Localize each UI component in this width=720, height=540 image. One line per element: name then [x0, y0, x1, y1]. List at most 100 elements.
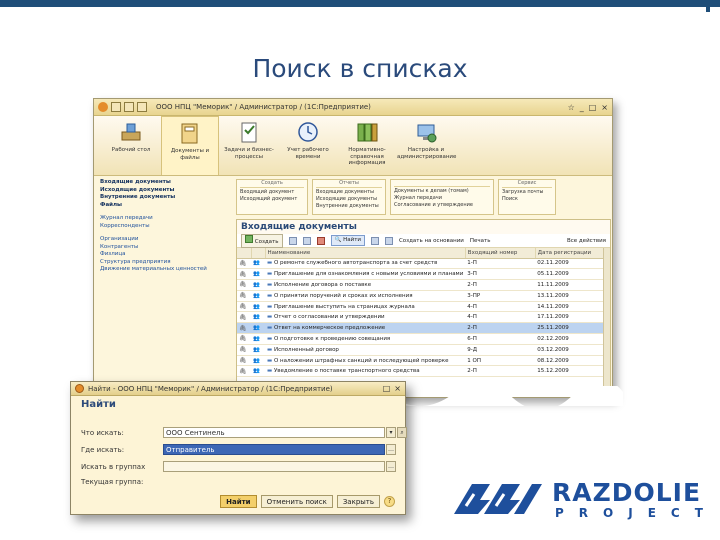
copy-icon[interactable]: [288, 236, 297, 245]
cell-date: 25.11.2009: [535, 322, 610, 335]
nav-item[interactable]: Файлы: [100, 202, 230, 210]
plus-icon: [245, 234, 253, 243]
section-time[interactable]: Учет рабочего времени: [279, 116, 337, 175]
action-link[interactable]: Согласование и утверждение: [394, 202, 490, 209]
table-row[interactable]: 🖇 👥 ▬ О подготовке к проведению совещания 6…: [237, 333, 610, 345]
action-link[interactable]: Исходящий документ: [240, 196, 304, 203]
delete-icon[interactable]: [316, 236, 325, 245]
dropdown-icon[interactable]: ▾: [386, 427, 396, 438]
column-header[interactable]: [237, 248, 252, 259]
what-to-find-input[interactable]: ООО Сентинель: [163, 427, 385, 438]
column-header[interactable]: Дата регистрации: [535, 248, 611, 259]
document-type-icon: ▬: [267, 325, 274, 332]
minimize-icon[interactable]: _: [580, 103, 584, 112]
nav-item[interactable]: Корреспонденты: [100, 223, 230, 231]
edit-icon[interactable]: [302, 236, 311, 245]
section-reference[interactable]: Нормативно-справочная информация: [338, 116, 396, 175]
action-link[interactable]: Исходящие документы: [316, 196, 382, 203]
print-button[interactable]: Печать: [470, 238, 491, 244]
cell-number: 1 ОП: [465, 355, 536, 367]
cancel-search-icon[interactable]: [370, 236, 379, 245]
maximize-icon[interactable]: □: [383, 384, 391, 393]
bookmark-icon[interactable]: ☆: [568, 103, 575, 112]
vertical-scrollbar[interactable]: [603, 248, 610, 397]
field-label: Что искать:: [81, 428, 124, 437]
search-in-groups-input[interactable]: [163, 461, 385, 472]
nav-item[interactable]: Входящие документы: [100, 179, 230, 187]
nav-item[interactable]: Исходящие документы: [100, 187, 230, 195]
table-row[interactable]: 🖇 👥 ▬ О принятии поручений и сроках их исп…: [237, 290, 610, 302]
create-by-basis-button[interactable]: Создать на основании: [399, 238, 464, 244]
find-button[interactable]: 🔍 Найти: [330, 235, 365, 246]
column-header[interactable]: [251, 248, 266, 259]
find-submit-button[interactable]: Найти: [220, 495, 257, 508]
document-name: О подготовке к проведению совещания: [273, 335, 391, 342]
table-row[interactable]: 🖇 👥 ▬ Исполненный договор 9-Д 03.12.2009: [237, 344, 610, 356]
table-row[interactable]: 🖇 👥 ▬ Приглашение выступить на страницах ж…: [237, 301, 610, 313]
cell-number: 6-П: [465, 333, 536, 345]
settings-computer-icon: [414, 120, 438, 144]
create-button[interactable]: Создать: [241, 233, 283, 248]
document-type-icon: ▬: [267, 357, 274, 364]
cell-number: 1-П: [465, 258, 536, 270]
select-button[interactable]: …: [386, 444, 396, 455]
document-name: Исполненный договор: [273, 346, 339, 353]
cell-number: 4-П: [465, 311, 536, 324]
section-settings[interactable]: Настройка и администрирование: [397, 116, 456, 175]
attachment-icon: 🖇: [237, 333, 251, 345]
column-header[interactable]: Входящий номер: [465, 248, 536, 259]
cancel-search-button[interactable]: Отменить поиск: [260, 495, 333, 508]
action-link[interactable]: Входящий документ: [240, 189, 304, 196]
action-link[interactable]: Поиск: [502, 196, 552, 203]
action-link[interactable]: Загрузка почты: [502, 189, 552, 196]
section-tasks[interactable]: Задачи и бизнес-процессы: [220, 116, 278, 175]
action-link[interactable]: Входящие документы: [316, 189, 382, 196]
close-icon[interactable]: ×: [394, 384, 401, 393]
cell-date: 05.11.2009: [535, 268, 610, 281]
all-actions-button[interactable]: Все действия: [567, 238, 606, 244]
correspondents-icon: 👥: [251, 322, 265, 335]
search-icon[interactable]: ⌕: [397, 427, 407, 438]
field-label: Где искать:: [81, 445, 125, 454]
table-row[interactable]: 🖇 👥 ▬ Ответ на коммерческое предложение 2-П…: [237, 322, 610, 335]
top-accent-notch: [706, 0, 710, 12]
cell-date: 03.12.2009: [535, 344, 610, 356]
section-documents[interactable]: Документы и файлы: [161, 116, 219, 175]
maximize-icon[interactable]: □: [589, 103, 597, 112]
table-row[interactable]: 🖇 👥 ▬ О наложении штрафных санкций и после…: [237, 355, 610, 367]
table-row[interactable]: 🖇 👥 ▬ Уведомление о поставке транспортного…: [237, 365, 610, 378]
current-group-row: Текущая группа:: [81, 478, 163, 486]
close-icon[interactable]: ×: [601, 103, 608, 112]
refresh-icon[interactable]: [384, 236, 393, 245]
nav-item[interactable]: Контрагенты: [100, 244, 230, 252]
binders-icon: [355, 120, 379, 144]
table-row[interactable]: 🖇 👥 ▬ О ремонте служебного автотранспорта …: [237, 258, 610, 270]
home-icon[interactable]: [137, 102, 147, 112]
cell-name: ▬ Приглашение выступить на страницах жур…: [265, 301, 466, 313]
table-row[interactable]: 🖇 👥 ▬ Исполнение договора о поставке 2-П 11.…: [237, 279, 610, 291]
forward-icon[interactable]: [124, 102, 134, 112]
nav-item[interactable]: Структура предприятия: [100, 259, 230, 267]
nav-item[interactable]: Организации: [100, 236, 230, 244]
nav-item[interactable]: Физлица: [100, 251, 230, 259]
nav-item[interactable]: Внутренние документы: [100, 194, 230, 202]
select-button[interactable]: …: [386, 461, 396, 472]
action-link[interactable]: Документы к делам (томам): [394, 188, 490, 195]
action-link[interactable]: Журнал передачи: [394, 195, 490, 202]
table-row[interactable]: 🖇 👥 ▬ Отчет о согласовании и утверждении 4-…: [237, 311, 610, 324]
tasks-clipboard-icon: [237, 120, 261, 144]
table-row[interactable]: 🖇 👥 ▬ Приглашение для ознакомления с новым…: [237, 268, 610, 281]
section-desktop[interactable]: Рабочий стол: [102, 116, 160, 175]
correspondents-icon: 👥: [251, 355, 265, 367]
app-logo-icon[interactable]: [98, 102, 108, 112]
back-icon[interactable]: [111, 102, 121, 112]
help-icon[interactable]: ?: [384, 496, 395, 507]
close-button[interactable]: Закрыть: [336, 495, 380, 508]
column-header[interactable]: Наименование: [265, 248, 466, 259]
cell-name: ▬ Отчет о согласовании и утверждении: [265, 311, 466, 324]
where-to-find-input[interactable]: Отправитель: [163, 444, 385, 455]
section-label: Задачи и бизнес-процессы: [224, 147, 274, 160]
action-link[interactable]: Внутренние документы: [316, 203, 382, 210]
nav-item[interactable]: Журнал передачи: [100, 215, 230, 223]
nav-item[interactable]: Движение материальных ценностей: [100, 266, 230, 274]
